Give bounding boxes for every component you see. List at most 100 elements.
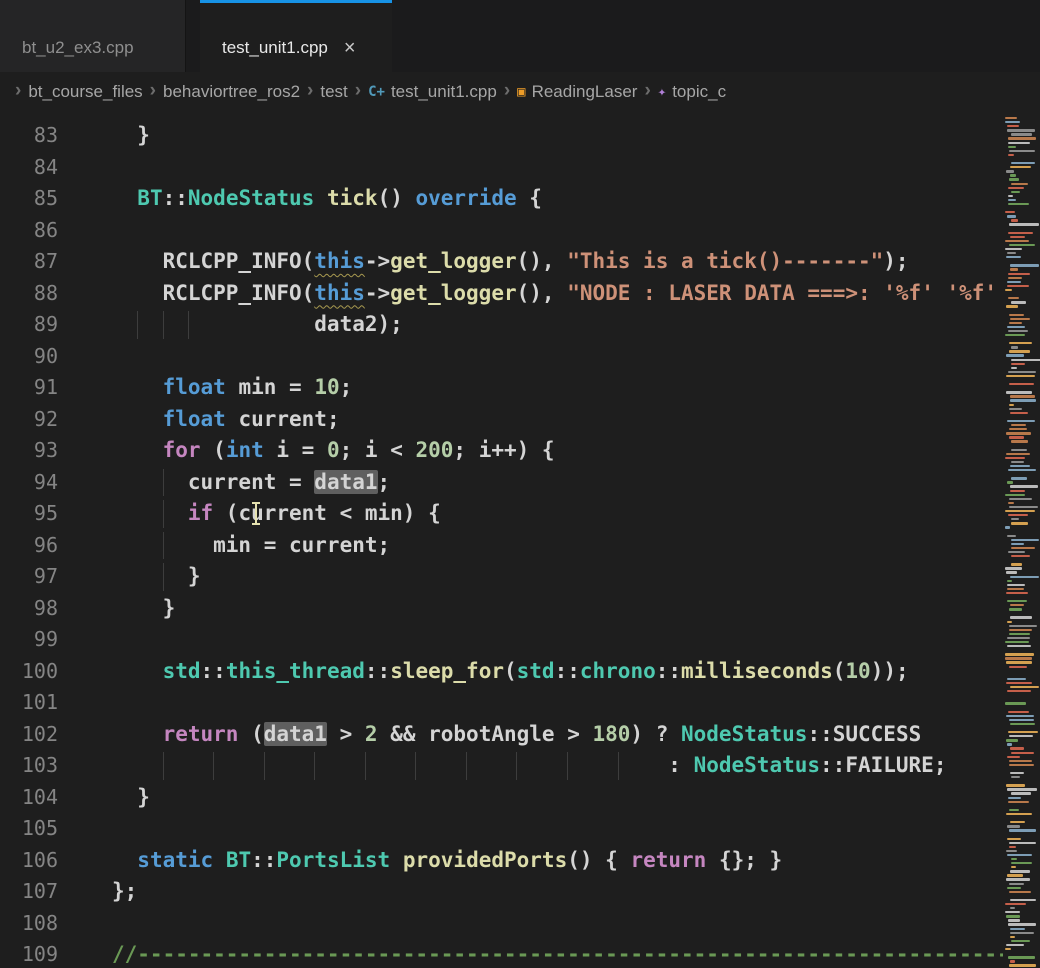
minimap-line [1008,195,1013,197]
breadcrumb-item[interactable]: behaviortree_ros2 [163,82,300,102]
code-row: 94 current = data1; [0,467,1003,499]
breadcrumb-item[interactable]: ▣ReadingLaser [517,82,637,102]
code-line[interactable] [58,152,1003,184]
breadcrumb-item[interactable]: C+test_unit1.cpp [368,82,497,102]
code-token: current = [112,470,314,494]
code-line[interactable]: return (data1 > 2 && robotAngle > 180) ?… [58,719,1003,751]
minimap-line [1003,309,1040,311]
minimap-line [1003,694,1040,696]
line-number: 95 [0,498,58,530]
code-line[interactable]: }; [58,876,1003,908]
code-line[interactable]: if (current < min) { [58,498,1003,530]
code-row: 102 return (data1 > 2 && robotAngle > 18… [0,719,1003,751]
tab-test_unit1[interactable]: test_unit1.cpp × [200,0,392,72]
code-line[interactable]: std::this_thread::sleep_for(std::chrono:… [58,656,1003,688]
code-line[interactable]: } [58,593,1003,625]
tab-bt_u2_ex3[interactable]: bt_u2_ex3.cpp [0,0,186,72]
minimap-line [1006,432,1031,434]
line-number: 84 [0,152,58,184]
minimap-line [1005,289,1012,291]
minimap-line [1003,387,1040,389]
code-token: get_logger [390,249,516,273]
minimap-line [1010,576,1039,578]
minimap-line [1011,363,1025,365]
breadcrumb-label: topic_c [672,82,726,102]
code-line[interactable]: } [58,782,1003,814]
code-line[interactable]: float min = 10; [58,372,1003,404]
minimap-line [1009,322,1022,324]
minimap-line [1005,334,1025,336]
code-line[interactable] [58,908,1003,940]
code-line[interactable]: : NodeStatus::FAILURE; [58,750,1003,782]
code-row: 98 } [0,593,1003,625]
minimap-line [1006,715,1034,717]
minimap-line [1003,260,1040,262]
breadcrumb-label: behaviortree_ros2 [163,82,300,102]
code-token: ( [504,659,517,683]
minimap-line [1010,723,1035,725]
minimap-line [1005,494,1025,496]
code-token: "This is a tick()-------" [567,249,883,273]
code-token: (current < min) { [213,501,441,525]
minimap-line [1003,649,1040,651]
code-line[interactable] [58,341,1003,373]
code-line[interactable] [58,687,1003,719]
minimap-line [1003,817,1040,819]
code-token: 10 [314,375,339,399]
breadcrumb-item[interactable]: bt_course_files [28,82,142,102]
minimap-line [1009,408,1022,410]
code-line[interactable]: for (int i = 0; i < 200; i++) { [58,435,1003,467]
code-token: :: [807,722,832,746]
minimap-line [1003,768,1040,770]
code-line[interactable] [58,215,1003,247]
code-row: 99 [0,624,1003,656]
line-number: 109 [0,939,58,968]
code-line[interactable]: RCLCPP_INFO(this->get_logger(), "NODE : … [58,278,1003,310]
code-token: () { [567,848,630,872]
code-token: NodeStatus [188,186,314,210]
code-token: milliseconds [681,659,833,683]
code-line[interactable]: } [58,561,1003,593]
code-line[interactable]: static BT::PortsList providedPorts() { r… [58,845,1003,877]
indent-guide [618,752,619,780]
minimap-line [1007,481,1013,483]
minimap-line [1007,285,1029,287]
code-pane[interactable]: 83 }8485 BT::NodeStatus tick() override … [0,112,1003,968]
minimap-line [1006,915,1020,917]
code-token: this [314,281,365,305]
minimap-line [1005,702,1026,704]
code-line[interactable] [58,813,1003,845]
minimap-line [1009,964,1036,966]
indent-guide [466,752,467,780]
minimap-line [1009,891,1031,893]
code-token: {}; } [706,848,782,872]
minimap-line [1009,883,1024,885]
breadcrumb-item[interactable]: test [320,82,347,102]
code-line[interactable]: } [58,120,1003,152]
minimap-line [1009,150,1035,152]
code-token: tick [327,186,378,210]
cpp-file-icon: C+ [368,84,385,100]
minimap-line [1006,571,1017,573]
breadcrumb-item[interactable]: ✦topic_c [658,82,726,102]
code-line[interactable]: data2); [58,309,1003,341]
minimap-line [1005,211,1015,213]
minimap-line [1006,784,1025,786]
code-line[interactable]: BT::NodeStatus tick() override { [58,183,1003,215]
minimap-line [1009,498,1032,500]
indent-guide [516,752,517,780]
code-line[interactable]: //--------------------------------------… [58,939,1003,968]
code-line[interactable]: current = data1; [58,467,1003,499]
mouse-ibeam-cursor [255,503,257,524]
code-token [314,186,327,210]
indent-guide [188,311,189,339]
code-token [112,659,163,683]
code-token: :: [820,753,845,777]
code-line[interactable] [58,624,1003,656]
minimap[interactable] [1003,112,1040,968]
code-line[interactable]: float current; [58,404,1003,436]
code-line[interactable]: RCLCPP_INFO(this->get_logger(), "This is… [58,246,1003,278]
code-row: 89 data2); [0,309,1003,341]
close-icon[interactable]: × [344,38,356,58]
code-line[interactable]: min = current; [58,530,1003,562]
